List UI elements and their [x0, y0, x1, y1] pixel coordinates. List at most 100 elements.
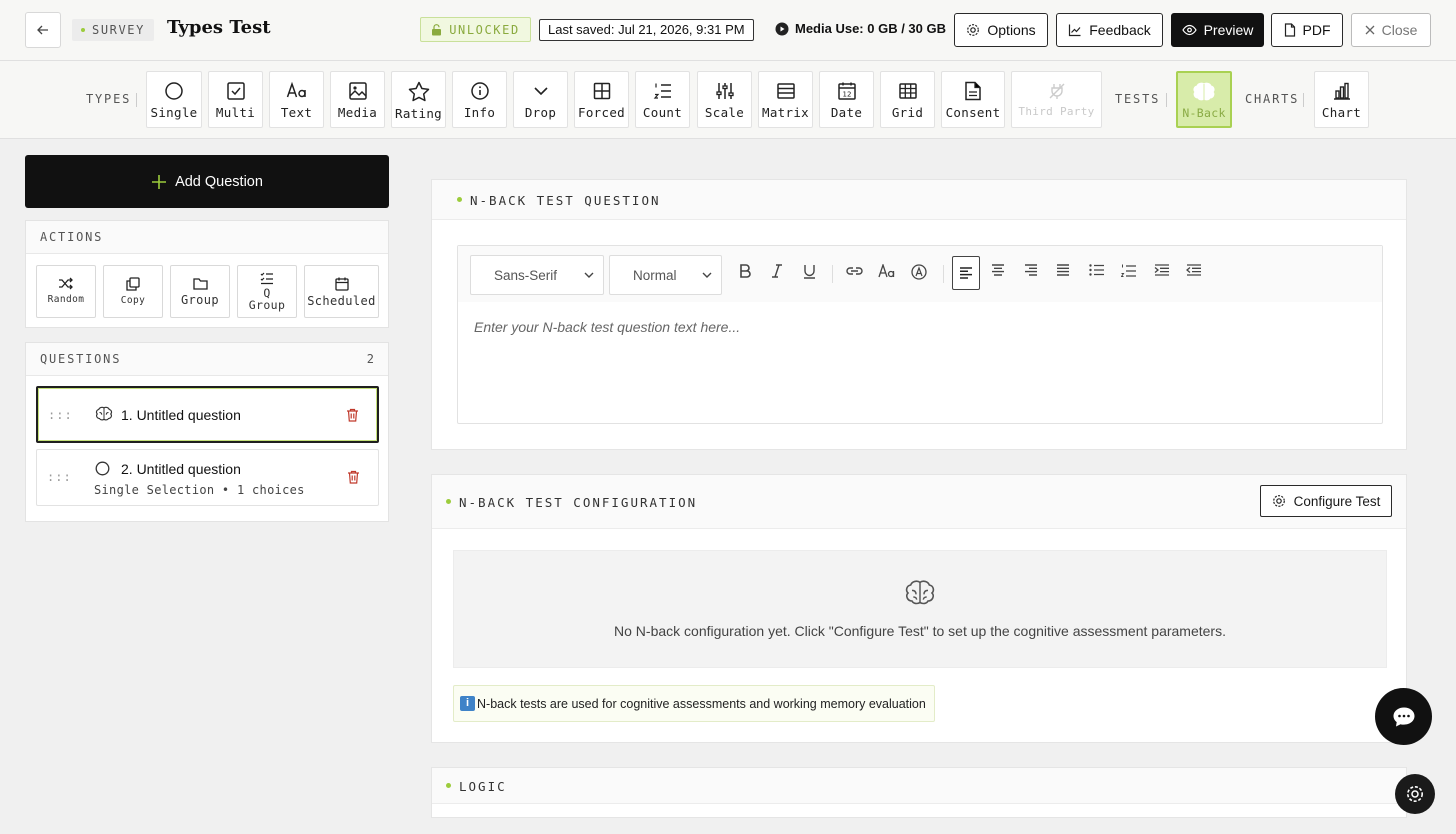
font-size-select[interactable]: Normal — [609, 255, 722, 295]
outdent-icon[interactable] — [1186, 264, 1201, 276]
sliders-icon — [715, 83, 734, 99]
feedback-label: Feedback — [1089, 22, 1151, 38]
question-text-input[interactable]: Enter your N-back test question text her… — [474, 319, 740, 335]
gear-icon — [967, 24, 980, 36]
link-icon[interactable] — [846, 264, 863, 278]
brain-icon — [95, 406, 113, 421]
trash-icon[interactable] — [346, 408, 359, 422]
tool-media-label: Media — [337, 105, 378, 120]
tool-count[interactable]: Count — [635, 71, 690, 128]
tool-chart-label: Chart — [1321, 105, 1362, 120]
tool-matrix[interactable]: Matrix — [758, 71, 813, 128]
tool-multi-label: Multi — [215, 105, 256, 120]
tool-drop[interactable]: Drop — [513, 71, 568, 128]
tool-multi[interactable]: Multi — [208, 71, 263, 128]
tool-third-party-label: Third Party — [1018, 105, 1095, 118]
tool-rating-label: Rating — [395, 106, 442, 121]
settings-button[interactable] — [1395, 774, 1435, 814]
font-family-value: Sans-Serif — [494, 267, 558, 283]
tool-info[interactable]: Info — [452, 71, 507, 128]
tool-third-party[interactable]: Third Party — [1011, 71, 1102, 128]
options-button[interactable]: Options — [954, 13, 1048, 47]
grid-four-icon — [593, 82, 610, 100]
tool-grid[interactable]: Grid — [880, 71, 935, 128]
checkbox-icon — [226, 82, 245, 100]
group-label: Group — [180, 293, 220, 307]
tool-text[interactable]: Text — [269, 71, 324, 128]
card-title: N-BACK TEST CONFIGURATION — [459, 495, 698, 510]
tool-scale[interactable]: Scale — [697, 71, 752, 128]
chevron-down-icon — [702, 272, 712, 278]
chat-button[interactable] — [1375, 688, 1432, 745]
tool-chart[interactable]: Chart — [1314, 71, 1369, 128]
brain-icon — [1193, 82, 1215, 101]
tool-matrix-label: Matrix — [762, 105, 809, 120]
image-icon — [348, 82, 367, 100]
svg-text:12: 12 — [842, 91, 851, 99]
q-group-action-button[interactable]: Q Group — [237, 265, 297, 318]
tool-forced[interactable]: Forced — [574, 71, 629, 128]
configure-test-button[interactable]: Configure Test — [1260, 485, 1392, 517]
copy-action-button[interactable]: Copy — [103, 265, 163, 318]
bullet-list-icon[interactable] — [1089, 264, 1104, 276]
shuffle-icon — [59, 277, 73, 290]
status-dot — [457, 197, 462, 202]
questions-count: 2 — [366, 352, 374, 366]
tool-consent[interactable]: Consent — [941, 71, 1005, 128]
text-size-icon[interactable] — [878, 264, 896, 278]
numbered-list-icon — [653, 83, 671, 99]
tool-rating[interactable]: Rating — [391, 71, 446, 128]
tool-forced-label: Forced — [578, 105, 625, 120]
gear-icon — [1272, 495, 1285, 507]
underline-icon[interactable] — [803, 264, 816, 279]
survey-badge: SURVEY — [72, 19, 154, 41]
pdf-button[interactable]: PDF — [1271, 13, 1343, 47]
lock-open-icon — [432, 23, 442, 35]
tool-media[interactable]: Media — [330, 71, 385, 128]
group-action-button[interactable]: Group — [170, 265, 230, 318]
questions-panel: QUESTIONS 2 ::: 1. Untitled question :::… — [25, 342, 389, 522]
text-color-icon[interactable] — [911, 264, 927, 280]
tool-consent-label: Consent — [945, 105, 1001, 120]
tool-nback-label: N-Back — [1182, 106, 1226, 120]
toolbar-divider — [1166, 93, 1167, 107]
page-title: Types Test — [167, 17, 271, 38]
align-justify-icon[interactable] — [1056, 264, 1070, 276]
random-action-button[interactable]: Random — [36, 265, 96, 318]
nback-config-card: N-BACK TEST CONFIGURATION Configure Test… — [431, 474, 1407, 743]
ordered-list-icon[interactable] — [1121, 264, 1136, 278]
feedback-button[interactable]: Feedback — [1056, 13, 1163, 47]
italic-icon[interactable] — [771, 264, 783, 278]
align-center-icon[interactable] — [991, 264, 1005, 276]
trash-icon[interactable] — [347, 470, 360, 484]
question-type-toolbar: TYPES Single Multi Text Media Rating Inf… — [0, 61, 1456, 139]
bold-icon[interactable] — [739, 264, 751, 278]
drag-handle-icon[interactable]: ::: — [47, 470, 72, 484]
card-header[interactable]: LOGIC — [432, 768, 1406, 804]
scheduled-action-button[interactable]: Scheduled — [304, 265, 379, 318]
font-family-select[interactable]: Sans-Serif — [470, 255, 604, 295]
indent-icon[interactable] — [1154, 264, 1169, 276]
unlocked-badge[interactable]: UNLOCKED — [420, 17, 531, 42]
close-button[interactable]: Close — [1351, 13, 1431, 47]
options-label: Options — [987, 22, 1036, 38]
tool-nback[interactable]: N-Back — [1176, 71, 1232, 128]
question-item-2[interactable]: ::: 2. Untitled question Single Selectio… — [36, 449, 379, 506]
media-use-label: Media Use: 0 GB / 30 GB — [795, 21, 946, 36]
align-left-button[interactable] — [952, 256, 980, 290]
tool-single[interactable]: Single — [146, 71, 202, 128]
questions-header: QUESTIONS 2 — [26, 343, 388, 376]
add-question-button[interactable]: Add Question — [25, 155, 389, 208]
checklist-icon — [260, 272, 273, 285]
question-item-1[interactable]: ::: 1. Untitled question — [36, 386, 379, 443]
questions-title: QUESTIONS — [40, 352, 122, 366]
tool-date[interactable]: 12 Date — [819, 71, 874, 128]
back-button[interactable] — [25, 12, 61, 48]
preview-button[interactable]: Preview — [1171, 13, 1264, 47]
align-right-icon[interactable] — [1024, 264, 1038, 276]
question-subtitle: Single Selection • 1 choices — [94, 483, 305, 497]
trend-chart-icon — [1069, 24, 1081, 37]
drag-handle-icon[interactable]: ::: — [48, 408, 73, 422]
tests-label: TESTS — [1115, 92, 1161, 106]
align-left-icon — [960, 267, 972, 279]
